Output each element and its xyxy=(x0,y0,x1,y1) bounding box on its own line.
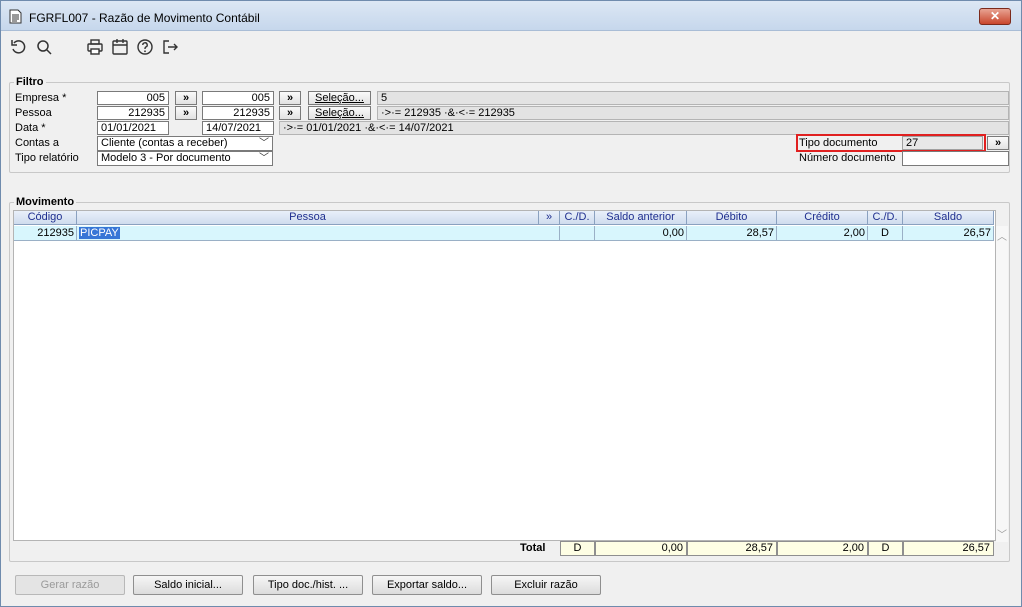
table-cell-saldo[interactable]: 26,57 xyxy=(903,226,994,241)
column-header-codigo[interactable]: Código xyxy=(14,211,77,225)
total-label: Total xyxy=(520,542,546,554)
pessoa-selection-info: ·>·= 212935 ·&·<·= 212935 xyxy=(377,106,1009,120)
app-window: FGRFL007 - Razão de Movimento Contábil ✕… xyxy=(0,0,1022,607)
table-cell-pessoa[interactable]: PICPAY xyxy=(77,226,560,241)
total-credito: 2,00 xyxy=(777,541,868,556)
vertical-scrollbar[interactable]: ︿ ﹀ xyxy=(996,226,1008,542)
table-cell-cd[interactable] xyxy=(560,226,595,241)
exportar-saldo-button[interactable]: Exportar saldo... xyxy=(372,575,482,595)
exit-icon[interactable] xyxy=(161,38,179,56)
contas-select[interactable]: Cliente (contas a receber) ﹀ xyxy=(97,136,273,151)
empresa-lookup-button[interactable]: » xyxy=(175,91,197,105)
pessoa-selecao-button[interactable]: Seleção... xyxy=(308,106,371,120)
window-title: FGRFL007 - Razão de Movimento Contábil xyxy=(29,11,260,25)
column-header-saldo-anterior[interactable]: Saldo anterior xyxy=(595,211,687,225)
pessoa-from-input[interactable]: 212935 xyxy=(97,106,169,120)
calendar-icon[interactable] xyxy=(111,38,129,56)
total-saldo: 26,57 xyxy=(903,541,994,556)
table-cell-credito[interactable]: 2,00 xyxy=(777,226,868,241)
pessoa-lookup-button[interactable]: » xyxy=(175,106,197,120)
table-cell-debito[interactable]: 28,57 xyxy=(687,226,777,241)
scroll-down-icon[interactable]: ﹀ xyxy=(997,526,1007,541)
undo-icon[interactable] xyxy=(10,38,28,56)
gerar-razao-button[interactable]: Gerar razão xyxy=(15,575,125,595)
total-debito: 28,57 xyxy=(687,541,777,556)
data-label: Data * xyxy=(15,122,46,134)
column-header-cd[interactable]: C./D. xyxy=(560,211,595,225)
total-saldo-anterior: 0,00 xyxy=(595,541,687,556)
empresa-label: Empresa * xyxy=(15,92,67,104)
column-header-credito[interactable]: Crédito xyxy=(777,211,868,225)
document-icon xyxy=(9,9,22,27)
numero-documento-input[interactable] xyxy=(902,151,1009,166)
column-header-debito[interactable]: Débito xyxy=(687,211,777,225)
table-cell-cd-2[interactable]: D xyxy=(868,226,903,241)
table-cell-saldo-anterior[interactable]: 0,00 xyxy=(595,226,687,241)
empresa-from-input[interactable]: 005 xyxy=(97,91,169,105)
chevron-down-icon: ﹀ xyxy=(259,138,269,149)
highlight-box xyxy=(796,134,986,152)
column-header-pessoa[interactable]: Pessoa xyxy=(77,211,539,225)
empresa-selection-info: 5 xyxy=(377,91,1009,105)
print-icon[interactable] xyxy=(86,38,104,56)
empresa-to-lookup-button[interactable]: » xyxy=(279,91,301,105)
toolbar xyxy=(1,32,1021,64)
title-bar: FGRFL007 - Razão de Movimento Contábil ✕ xyxy=(1,1,1021,31)
total-cd-2: D xyxy=(868,541,903,556)
table-cell-codigo[interactable]: 212935 xyxy=(14,226,77,241)
column-header-saldo[interactable]: Saldo xyxy=(903,211,994,225)
pessoa-to-lookup-button[interactable]: » xyxy=(279,106,301,120)
filtro-legend: Filtro xyxy=(16,76,44,88)
contas-value: Cliente (contas a receber) xyxy=(101,137,228,149)
tipo-doc-hist-button[interactable]: Tipo doc./hist. ... xyxy=(253,575,363,595)
scroll-up-icon[interactable]: ︿ xyxy=(997,228,1007,243)
contas-label: Contas a xyxy=(15,137,60,149)
tipo-relatorio-value: Modelo 3 - Por documento xyxy=(101,152,231,164)
tipo-relatorio-select[interactable]: Modelo 3 - Por documento ﹀ xyxy=(97,151,273,166)
tipo-relatorio-label: Tipo relatório xyxy=(15,152,79,164)
column-expand-button[interactable]: » xyxy=(539,211,560,225)
tipo-documento-lookup-button[interactable]: » xyxy=(987,136,1009,150)
total-cd: D xyxy=(560,541,595,556)
close-button[interactable]: ✕ xyxy=(979,8,1011,25)
column-header-cd-2[interactable]: C./D. xyxy=(868,211,903,225)
excluir-razao-button[interactable]: Excluir razão xyxy=(491,575,601,595)
search-icon[interactable] xyxy=(35,38,53,56)
data-to-input[interactable]: 14/07/2021 xyxy=(202,121,274,135)
pessoa-to-input[interactable]: 212935 xyxy=(202,106,274,120)
data-from-input[interactable]: 01/01/2021 xyxy=(97,121,169,135)
empresa-to-input[interactable]: 005 xyxy=(202,91,274,105)
movimento-grid[interactable] xyxy=(13,210,996,541)
pessoa-label: Pessoa xyxy=(15,107,52,119)
data-selection-info: ·>·= 01/01/2021 ·&·<·= 14/07/2021 xyxy=(279,121,1009,135)
numero-documento-label: Número documento xyxy=(799,152,896,164)
saldo-inicial-button[interactable]: Saldo inicial... xyxy=(133,575,243,595)
selected-pessoa-text: PICPAY xyxy=(79,227,120,239)
empresa-selecao-button[interactable]: Seleção... xyxy=(308,91,371,105)
chevron-down-icon: ﹀ xyxy=(259,153,269,164)
help-icon[interactable] xyxy=(136,38,154,56)
movimento-legend: Movimento xyxy=(16,196,75,208)
